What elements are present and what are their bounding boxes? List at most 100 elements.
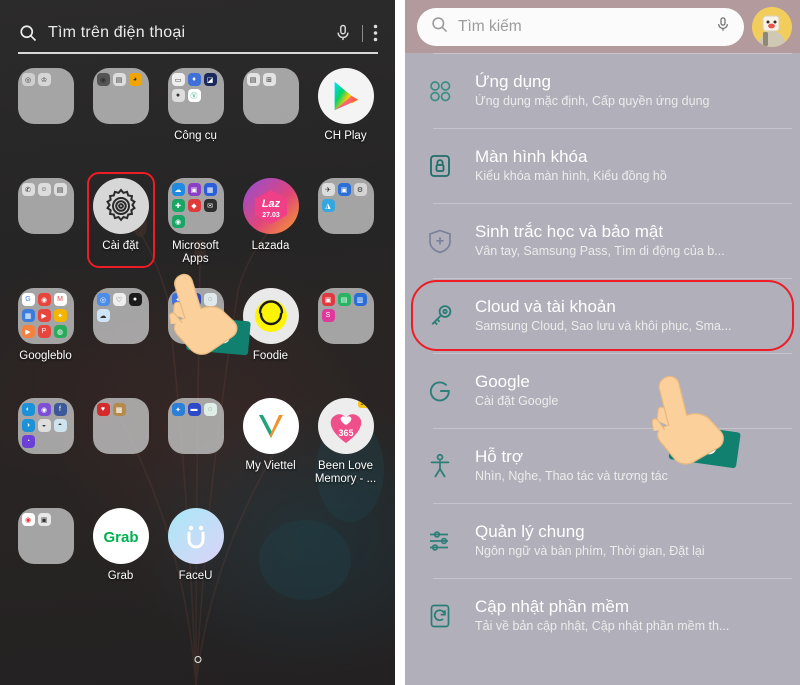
mini-app-icon: ✚ xyxy=(171,199,185,212)
app-cell[interactable]: ✈ ▣ ⚙ ◮ xyxy=(308,172,383,282)
app-cell-my-viettel[interactable]: My Viettel xyxy=(233,392,308,502)
microphone-icon[interactable] xyxy=(715,15,731,39)
foodie-icon[interactable] xyxy=(242,288,299,344)
settings-item-text: Sinh trắc học và bảo mật Vân tay, Samsun… xyxy=(475,222,725,260)
folder-icon[interactable]: ✦ ▬ ◌ xyxy=(167,398,224,454)
badge-365: 365 xyxy=(358,400,373,408)
app-cell-ch-play[interactable]: CH Play xyxy=(308,62,383,172)
settings-item-subtitle: Tải về bản cập nhật, Cập nhật phần mềm t… xyxy=(475,619,730,634)
mini-app-icon: ◕ xyxy=(128,73,142,86)
app-cell[interactable]: ✦ ▬ ◌ xyxy=(158,282,233,392)
mini-app-icon: ✆ xyxy=(21,183,35,196)
app-grid-row: ✆ ☺ ▤ Cài đặt ☁ ▣ ▦ ✚ ◆ ✉ ◉ Microsoft Ap… xyxy=(0,172,395,282)
settings-item-ung-dung[interactable]: Ứng dụng Ứng dụng mặc định, Cấp quyền ứn… xyxy=(405,53,800,128)
app-cell-cai-dat[interactable]: Cài đặt xyxy=(83,172,158,282)
settings-item-cap-nhat-phan-mem[interactable]: Cập nhật phần mềm Tải về bản cập nhật, C… xyxy=(405,578,800,653)
grab-icon[interactable]: Grab xyxy=(92,508,149,564)
settings-item-text: Ứng dụng Ứng dụng mặc định, Cấp quyền ứn… xyxy=(475,72,710,110)
app-grid-row: G ◉ M ▦ ▶ ✦ ▶ P ◍ Googleblo ◎ ♡ ● ☁ ✦ ▬ … xyxy=(0,282,395,392)
gear-icon[interactable] xyxy=(92,178,149,234)
microphone-icon[interactable] xyxy=(334,23,352,43)
settings-item-subtitle: Samsung Cloud, Sao lưu và khôi phục, Sma… xyxy=(475,319,732,334)
settings-item-text: Quản lý chung Ngôn ngữ và bàn phím, Thời… xyxy=(475,522,705,560)
settings-item-man-hinh-khoa[interactable]: Màn hình khóa Kiểu khóa màn hình, Kiểu đ… xyxy=(405,128,800,203)
page-dot xyxy=(194,656,201,663)
been-love-memory-icon[interactable]: 365 365 xyxy=(317,398,374,454)
more-vertical-icon[interactable] xyxy=(373,23,378,43)
svg-text:365: 365 xyxy=(338,428,353,438)
play-store-icon[interactable] xyxy=(317,68,374,124)
app-cell-cong-cu[interactable]: ▭ ♦ ◪ ● Ⓥ Công cụ xyxy=(158,62,233,172)
app-cell[interactable]: ♥ ▩ xyxy=(83,392,158,502)
app-cell[interactable]: ▤ ⊞ xyxy=(233,62,308,172)
mini-app-icon: ▣ xyxy=(187,183,201,196)
app-cell[interactable]: ◐ ◉ f ◑ ◒ ◓ ◔ xyxy=(8,392,83,502)
mini-app-icon: ✦ xyxy=(171,403,185,416)
folder-icon[interactable]: ▤ ⊞ xyxy=(242,68,299,124)
lazada-icon[interactable]: Laz 27.03 xyxy=(242,178,299,234)
folder-icon[interactable]: ◉ ▣ xyxy=(17,508,74,564)
faceu-icon[interactable] xyxy=(167,508,224,564)
settings-item-ho-tro[interactable]: Hỗ trợ Nhìn, Nghe, Thao tác và tương tác xyxy=(405,428,800,503)
folder-icon[interactable]: ♥ ▩ xyxy=(92,398,149,454)
app-cell[interactable]: ◉ ▤ ◕ xyxy=(83,62,158,172)
settings-item-title: Quản lý chung xyxy=(475,521,585,541)
app-cell-grab[interactable]: Grab Grab xyxy=(83,502,158,612)
app-label: Lazada xyxy=(251,240,290,252)
software-update-icon xyxy=(423,602,457,630)
folder-icon[interactable]: G ◉ M ▦ ▶ ✦ ▶ P ◍ xyxy=(17,288,74,344)
mini-app-icon: ▥ xyxy=(353,293,367,306)
mini-app-icon: ✈ xyxy=(321,183,335,196)
settings-item-text: Màn hình khóa Kiểu khóa màn hình, Kiểu đ… xyxy=(475,147,667,185)
app-cell[interactable]: ◎ ♡ ● ☁ xyxy=(83,282,158,392)
app-cell[interactable]: ✦ ▬ ◌ xyxy=(158,392,233,502)
mini-app-icon: ◉ xyxy=(96,73,110,86)
mini-app-icon: ▭ xyxy=(171,73,185,86)
folder-icon[interactable]: ▣ ▤ ▥ S xyxy=(317,288,374,344)
settings-item-sinh-trac-hoc[interactable]: Sinh trắc học và bảo mật Vân tay, Samsun… xyxy=(405,203,800,278)
mini-app-icon: ▣ xyxy=(321,293,335,306)
app-label: Cài đặt xyxy=(102,240,139,252)
mini-app-icon: ⚙ xyxy=(353,183,367,196)
mini-app-icon: f xyxy=(53,403,67,416)
mini-app-icon: ▶ xyxy=(21,325,35,338)
mini-app-icon: Ⓥ xyxy=(187,89,201,102)
settings-item-quan-ly-chung[interactable]: Quản lý chung Ngôn ngữ và bàn phím, Thời… xyxy=(405,503,800,578)
folder-icon[interactable]: ▭ ♦ ◪ ● Ⓥ xyxy=(167,68,224,124)
mini-app-icon: G xyxy=(21,293,35,306)
folder-icon[interactable]: ✆ ☺ ▤ xyxy=(17,178,74,234)
app-cell-foodie[interactable]: Foodie xyxy=(233,282,308,392)
folder-icon[interactable]: ◐ ◉ f ◑ ◒ ◓ ◔ xyxy=(17,398,74,454)
app-cell[interactable]: ✆ ☺ ▤ xyxy=(8,172,83,282)
settings-item-cloud-va-tai-khoan[interactable]: Cloud và tài khoản Samsung Cloud, Sao lư… xyxy=(405,278,800,353)
settings-item-title: Hỗ trợ xyxy=(475,446,523,466)
svg-text:Laz: Laz xyxy=(261,198,280,210)
folder-icon[interactable]: ✈ ▣ ⚙ ◮ xyxy=(317,178,374,234)
settings-item-text: Cập nhật phần mềm Tải về bản cập nhật, C… xyxy=(475,597,729,635)
app-label: Googleblo xyxy=(19,350,72,362)
mini-app-icon: ◎ xyxy=(21,73,35,86)
folder-icon[interactable]: ◎ ♡ ● ☁ xyxy=(92,288,149,344)
app-cell[interactable]: ◉ ▣ xyxy=(8,502,83,612)
folder-icon[interactable]: ◎ ♔ xyxy=(17,68,74,124)
folder-icon[interactable]: ☁ ▣ ▦ ✚ ◆ ✉ ◉ xyxy=(167,178,224,234)
folder-icon[interactable]: ◉ ▤ ◕ xyxy=(92,68,149,124)
app-cell-lazada[interactable]: Laz 27.03 Lazada xyxy=(233,172,308,282)
app-cell-been-love-memory[interactable]: 365 365 Been Love Memory - ... xyxy=(308,392,383,502)
mini-app-icon: ▬ xyxy=(187,403,201,416)
settings-item-google[interactable]: Google Cài đặt Google xyxy=(405,353,800,428)
app-cell-microsoft-apps[interactable]: ☁ ▣ ▦ ✚ ◆ ✉ ◉ Microsoft Apps xyxy=(158,172,233,282)
app-cell[interactable]: ◎ ♔ xyxy=(8,62,83,172)
app-cell-faceu[interactable]: FaceU xyxy=(158,502,233,612)
user-avatar[interactable] xyxy=(752,6,792,47)
app-cell-googleblo[interactable]: G ◉ M ▦ ▶ ✦ ▶ P ◍ Googleblo xyxy=(8,282,83,392)
viettel-icon[interactable] xyxy=(242,398,299,454)
app-cell[interactable]: ▣ ▤ ▥ S xyxy=(308,282,383,392)
app-grid: ◎ ♔ ◉ ▤ ◕ ▭ ♦ ◪ ● Ⓥ Công cụ ▤ ⊞ CH Play … xyxy=(0,62,395,612)
home-search-bar[interactable]: Tìm trên điện thoại xyxy=(18,14,378,54)
settings-search-input[interactable]: Tìm kiếm xyxy=(417,7,744,46)
mini-app-icon: ▩ xyxy=(112,403,126,416)
mini-app-icon: ● xyxy=(128,293,142,306)
settings-item-title: Màn hình khóa xyxy=(475,146,588,166)
folder-icon[interactable]: ✦ ▬ ◌ xyxy=(167,288,224,344)
